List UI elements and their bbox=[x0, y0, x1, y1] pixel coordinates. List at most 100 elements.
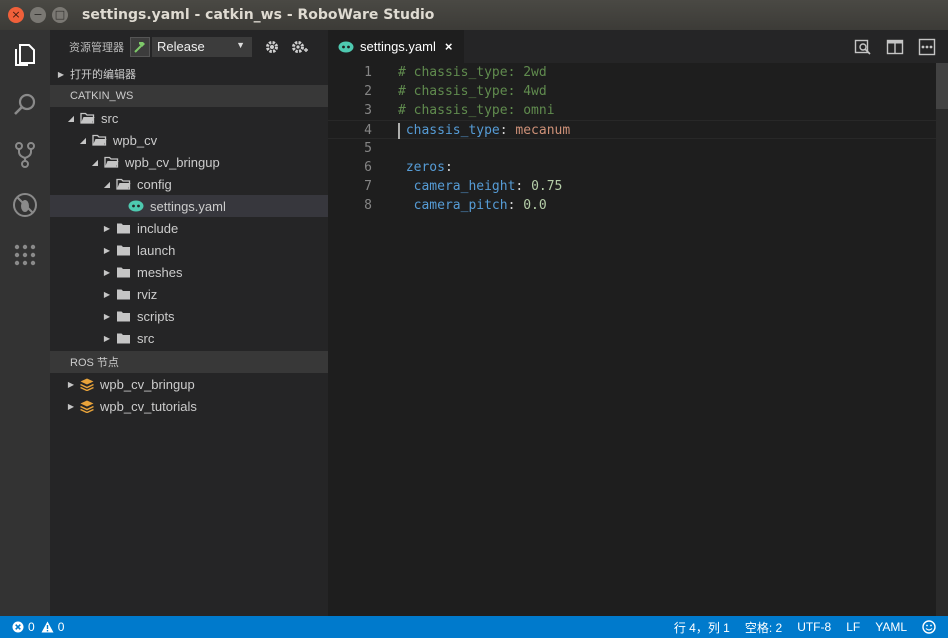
line-number: 4 bbox=[364, 123, 372, 138]
code-token: : bbox=[444, 160, 453, 175]
tree-item[interactable]: ▶ meshes bbox=[50, 261, 328, 283]
ros-node-item[interactable]: ▶ wpb_cv_tutorials bbox=[50, 395, 328, 417]
build-config-select[interactable]: Release ▼ bbox=[152, 36, 252, 57]
window-maximize-button[interactable]: □ bbox=[52, 7, 68, 23]
ros-node-item[interactable]: ▶ wpb_cv_bringup bbox=[50, 373, 328, 395]
window-close-button[interactable]: × bbox=[8, 7, 24, 23]
line-number: 1 bbox=[364, 65, 372, 80]
more-actions-icon bbox=[918, 38, 936, 56]
ros-package-icon bbox=[80, 400, 94, 413]
code-line[interactable]: 8 camera_pitch: 0.0 bbox=[328, 196, 948, 215]
code-token: # chassis_type: 4wd bbox=[398, 84, 547, 99]
chevron-down-icon: ◢ bbox=[91, 157, 99, 167]
tab-bar: settings.yaml × bbox=[328, 30, 948, 63]
tree-item[interactable]: ◢ src bbox=[50, 107, 328, 129]
files-icon bbox=[15, 44, 35, 66]
settings-button[interactable] bbox=[261, 37, 283, 57]
ros-node-label: wpb_cv_tutorials bbox=[100, 398, 197, 414]
tree-item[interactable]: ▶ scripts bbox=[50, 305, 328, 327]
folder-open-icon bbox=[104, 156, 119, 168]
search-icon bbox=[14, 93, 36, 115]
cursor-position[interactable]: 行 4，列 1 bbox=[674, 619, 730, 636]
workspace-section[interactable]: CATKIN_WS bbox=[50, 85, 328, 107]
line-number: 7 bbox=[364, 179, 372, 194]
tab-close-button[interactable]: × bbox=[445, 39, 453, 54]
tree-item[interactable]: ▶ src bbox=[50, 327, 328, 349]
tree-item-label: settings.yaml bbox=[150, 198, 226, 214]
code-token: # chassis_type: 2wd bbox=[398, 65, 547, 80]
code-line[interactable]: 5 bbox=[328, 139, 948, 158]
end-of-line[interactable]: LF bbox=[846, 620, 860, 634]
gear-icon bbox=[266, 40, 278, 53]
feedback-button[interactable] bbox=[922, 620, 936, 634]
chevron-down-icon: ◢ bbox=[103, 179, 111, 189]
code-text: zeros: bbox=[398, 158, 453, 177]
code-text: camera_pitch: 0.0 bbox=[398, 196, 547, 215]
error-icon bbox=[12, 621, 24, 633]
explorer-sidebar: 资源管理器 Release ▼ ▶ 打开的编辑器 CATKIN_WS ◢ src… bbox=[50, 30, 328, 616]
code-token: : bbox=[499, 123, 516, 138]
tree-item[interactable]: ▶ rviz bbox=[50, 283, 328, 305]
code-editor[interactable]: 1 # chassis_type: 2wd 2 # chassis_type: 4wd… bbox=[328, 63, 948, 616]
yaml-file-icon bbox=[338, 41, 354, 52]
folder-icon bbox=[117, 333, 130, 344]
code-line[interactable]: 7 camera_height: 0.75 bbox=[328, 177, 948, 196]
extensions-icon bbox=[14, 244, 36, 266]
chevron-right-icon: ▶ bbox=[103, 333, 111, 343]
code-line[interactable]: 4 chassis_type: mecanum bbox=[328, 120, 948, 139]
folder-open-icon bbox=[80, 112, 95, 124]
open-editors-section[interactable]: ▶ 打开的编辑器 bbox=[50, 63, 328, 85]
code-line[interactable]: 6 zeros: bbox=[328, 158, 948, 177]
indentation[interactable]: 空格: 2 bbox=[745, 619, 782, 636]
folder-icon bbox=[117, 311, 130, 322]
code-line[interactable]: 3 # chassis_type: omni bbox=[328, 101, 948, 120]
chevron-right-icon: ▶ bbox=[103, 311, 111, 321]
chevron-right-icon: ▶ bbox=[67, 401, 75, 411]
split-editor-button[interactable] bbox=[884, 36, 906, 58]
tree-item-label: config bbox=[137, 176, 172, 192]
encoding[interactable]: UTF-8 bbox=[797, 620, 831, 634]
ros-nodes-label: ROS 节点 bbox=[70, 357, 119, 369]
tree-item-label: rviz bbox=[137, 286, 158, 302]
open-editors-label: 打开的编辑器 bbox=[70, 69, 136, 81]
preview-search-icon bbox=[854, 39, 871, 55]
source-control-button[interactable] bbox=[0, 130, 50, 180]
split-editor-icon bbox=[886, 39, 904, 55]
code-text: # chassis_type: 4wd bbox=[398, 82, 547, 101]
chevron-down-icon: ◢ bbox=[79, 135, 87, 145]
overview-ruler bbox=[936, 109, 948, 616]
ros-nodes-section[interactable]: ROS 节点 bbox=[50, 351, 328, 373]
code-token: # chassis_type: omni bbox=[398, 103, 555, 118]
code-line[interactable]: 1 # chassis_type: 2wd bbox=[328, 63, 948, 82]
advanced-settings-button[interactable] bbox=[288, 37, 310, 57]
chevron-right-icon: ▶ bbox=[103, 245, 111, 255]
tab-settings-yaml[interactable]: settings.yaml × bbox=[328, 30, 464, 63]
tree-item[interactable]: ◢ wpb_cv_bringup bbox=[50, 151, 328, 173]
folder-icon bbox=[117, 289, 130, 300]
chevron-right-icon: ▶ bbox=[67, 379, 75, 389]
extensions-button[interactable] bbox=[0, 230, 50, 280]
debug-button[interactable] bbox=[0, 180, 50, 230]
chevron-right-icon: ▶ bbox=[57, 69, 65, 79]
tree-item[interactable]: ▶ launch bbox=[50, 239, 328, 261]
window-minimize-button[interactable]: − bbox=[30, 7, 46, 23]
explorer-button[interactable] bbox=[0, 30, 50, 80]
code-text: # chassis_type: omni bbox=[398, 101, 555, 120]
search-button[interactable] bbox=[0, 80, 50, 130]
error-count: 0 bbox=[28, 620, 35, 634]
folder-open-icon bbox=[116, 178, 131, 190]
language-mode[interactable]: YAML bbox=[875, 620, 907, 634]
tree-item[interactable]: ◢ wpb_cv bbox=[50, 129, 328, 151]
build-tool-button[interactable] bbox=[130, 36, 150, 57]
tree-item[interactable]: ▶ include bbox=[50, 217, 328, 239]
open-preview-button[interactable] bbox=[852, 36, 874, 58]
debug-icon bbox=[13, 193, 37, 217]
problems-indicator[interactable]: 0 0 bbox=[12, 620, 64, 634]
tree-item[interactable]: settings.yaml bbox=[50, 195, 328, 217]
line-number: 5 bbox=[364, 141, 372, 156]
editor-scrollbar-thumb[interactable] bbox=[936, 63, 948, 109]
code-line[interactable]: 2 # chassis_type: 4wd bbox=[328, 82, 948, 101]
tree-item[interactable]: ◢ config bbox=[50, 173, 328, 195]
more-actions-button[interactable] bbox=[916, 36, 938, 58]
tree-item-label: launch bbox=[137, 242, 176, 258]
